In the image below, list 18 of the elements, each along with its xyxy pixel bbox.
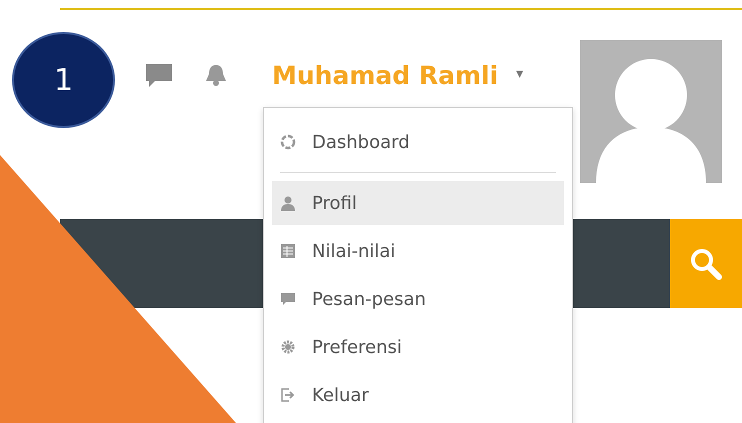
user-icon bbox=[280, 195, 296, 211]
menu-item[interactable]: Keluar bbox=[272, 373, 564, 417]
bell-icon[interactable] bbox=[205, 63, 227, 87]
menu-item[interactable]: Pesan-pesan bbox=[272, 277, 564, 321]
search-icon bbox=[689, 246, 723, 280]
logout-icon bbox=[280, 387, 296, 403]
gauge-icon bbox=[280, 134, 296, 150]
chat-icon bbox=[280, 291, 296, 307]
step-badge: 1 bbox=[12, 32, 115, 128]
gear-icon bbox=[280, 339, 296, 355]
chat-icon[interactable] bbox=[145, 63, 173, 89]
table-icon bbox=[280, 243, 296, 259]
caret-icon[interactable]: ▾ bbox=[516, 64, 524, 85]
menu-item[interactable]: Dashboard bbox=[272, 120, 564, 164]
menu-item[interactable]: Profil bbox=[272, 181, 564, 225]
search-button[interactable] bbox=[670, 219, 742, 308]
menu-item[interactable]: Nilai-nilai bbox=[272, 229, 564, 273]
menu-item[interactable]: Preferensi bbox=[272, 325, 564, 369]
